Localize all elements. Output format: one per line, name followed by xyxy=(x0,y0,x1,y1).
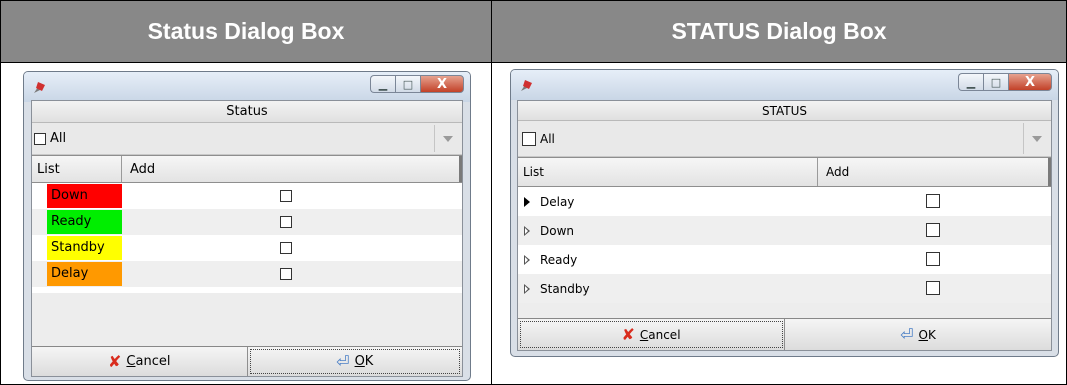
maximize-icon: □ xyxy=(402,77,414,91)
all-checkbox[interactable] xyxy=(34,132,46,145)
list-item[interactable]: Standby xyxy=(32,235,462,261)
expand-arrow-icon[interactable] xyxy=(524,225,530,236)
title-bar[interactable]: ▁ □ X xyxy=(511,70,1058,100)
ok-label-rest: K xyxy=(927,327,936,342)
close-icon: X xyxy=(436,76,448,92)
add-checkbox[interactable] xyxy=(926,252,940,266)
cancel-button[interactable]: ✘ Cancel xyxy=(32,347,248,376)
column-list[interactable]: List xyxy=(32,156,122,182)
enter-arrow-icon: ⏎ xyxy=(900,325,914,344)
button-bar: ✘ Cancel ⏎ OK xyxy=(32,346,462,376)
row-label-down: Down xyxy=(47,184,122,208)
chevron-down-icon xyxy=(442,135,453,142)
close-icon: X xyxy=(1024,74,1036,90)
dropdown-button[interactable] xyxy=(1023,123,1049,154)
list-item[interactable]: Ready xyxy=(32,209,462,235)
chevron-down-icon xyxy=(1031,135,1042,142)
row-label-delay: Delay xyxy=(540,194,575,209)
status-dialog-window: ▁ □ X Status All List Add Down Ready Sta… xyxy=(23,71,471,381)
list-item[interactable]: Delay xyxy=(32,261,462,287)
maximize-button[interactable]: □ xyxy=(983,73,1008,91)
enter-arrow-icon: ⏎ xyxy=(336,352,350,371)
expand-arrow-icon[interactable] xyxy=(524,196,530,207)
pin-icon xyxy=(521,80,532,91)
minimize-button[interactable]: ▁ xyxy=(958,73,983,91)
button-bar: ✘ Cancel ⏎ OK xyxy=(518,318,1051,350)
caption-label: Status xyxy=(226,104,268,119)
row-label-delay: Delay xyxy=(47,262,122,286)
list-item[interactable]: Delay xyxy=(518,187,1051,216)
add-checkbox[interactable] xyxy=(280,216,292,228)
row-label-standby: Standby xyxy=(47,236,122,260)
x-icon: ✘ xyxy=(621,325,635,344)
row-label-ready: Ready xyxy=(540,252,578,267)
maximize-button[interactable]: □ xyxy=(395,75,420,93)
caption-bar: STATUS xyxy=(518,101,1051,121)
status-dialog-window-2: ▁ □ X STATUS All List Add Delay Down Rea… xyxy=(510,69,1059,357)
ok-label: OK xyxy=(919,328,936,342)
pin-icon xyxy=(34,82,45,93)
status-list: Delay Down Ready Standby xyxy=(518,187,1051,303)
dropdown-button[interactable] xyxy=(434,125,460,152)
minimize-icon: ▁ xyxy=(378,77,388,91)
cancel-mnemonic: C xyxy=(126,354,136,369)
column-list[interactable]: List xyxy=(518,158,818,186)
left-panel: Status Dialog Box ▁ □ X Status All List … xyxy=(0,0,492,385)
dialog-client: STATUS All List Add Delay Down Ready Sta… xyxy=(517,100,1052,351)
all-checkbox[interactable] xyxy=(522,131,536,146)
dialog-client: Status All List Add Down Ready Standby D… xyxy=(31,100,463,377)
close-button[interactable]: X xyxy=(1008,73,1052,91)
maximize-icon: □ xyxy=(990,75,1002,89)
list-item[interactable]: Ready xyxy=(518,245,1051,274)
cancel-label-rest: ancel xyxy=(135,354,171,369)
cancel-button[interactable]: ✘ Cancel xyxy=(518,319,785,350)
minimize-button[interactable]: ▁ xyxy=(370,75,395,93)
add-checkbox[interactable] xyxy=(280,268,292,280)
expand-arrow-icon[interactable] xyxy=(524,283,530,294)
ok-label-rest: K xyxy=(364,354,374,369)
ok-mnemonic: O xyxy=(354,354,365,369)
list-item[interactable]: Down xyxy=(518,216,1051,245)
row-label-down: Down xyxy=(540,223,575,238)
row-label-standby: Standby xyxy=(540,281,590,296)
all-label: All xyxy=(540,131,555,146)
cancel-mnemonic: C xyxy=(639,327,649,342)
row-label-ready: Ready xyxy=(47,210,122,234)
all-label: All xyxy=(50,131,67,146)
filter-combo[interactable]: All xyxy=(32,123,462,155)
caption-bar: Status xyxy=(32,101,462,123)
list-item[interactable]: Down xyxy=(32,183,462,209)
add-checkbox[interactable] xyxy=(280,242,292,254)
status-list: Down Ready Standby Delay xyxy=(32,183,462,293)
filter-combo[interactable]: All xyxy=(518,121,1051,157)
cancel-label-rest: ancel xyxy=(648,327,681,342)
cancel-label: Cancel xyxy=(640,328,681,342)
right-panel: STATUS Dialog Box ▁ □ X STATUS All List … xyxy=(492,0,1067,385)
expand-arrow-icon[interactable] xyxy=(524,254,530,265)
ok-button[interactable]: ⏎ OK xyxy=(785,319,1051,350)
ok-button[interactable]: ⏎ OK xyxy=(248,347,463,376)
x-icon: ✘ xyxy=(108,352,122,371)
add-checkbox[interactable] xyxy=(926,281,940,295)
cancel-label: Cancel xyxy=(126,354,170,369)
caption-label: STATUS xyxy=(761,103,808,118)
left-panel-title: Status Dialog Box xyxy=(1,1,491,63)
column-header: List Add xyxy=(32,155,462,183)
add-checkbox[interactable] xyxy=(926,194,940,208)
column-add[interactable]: Add xyxy=(122,156,462,182)
add-checkbox[interactable] xyxy=(280,190,292,202)
list-item[interactable]: Standby xyxy=(518,274,1051,303)
column-header: List Add xyxy=(518,157,1051,187)
right-panel-title: STATUS Dialog Box xyxy=(492,1,1066,63)
ok-label: OK xyxy=(355,354,374,369)
title-bar[interactable]: ▁ □ X xyxy=(24,72,470,102)
minimize-icon: ▁ xyxy=(966,75,976,89)
add-checkbox[interactable] xyxy=(926,223,940,237)
close-button[interactable]: X xyxy=(420,75,464,93)
ok-mnemonic: O xyxy=(918,327,928,342)
column-add[interactable]: Add xyxy=(818,158,1051,186)
